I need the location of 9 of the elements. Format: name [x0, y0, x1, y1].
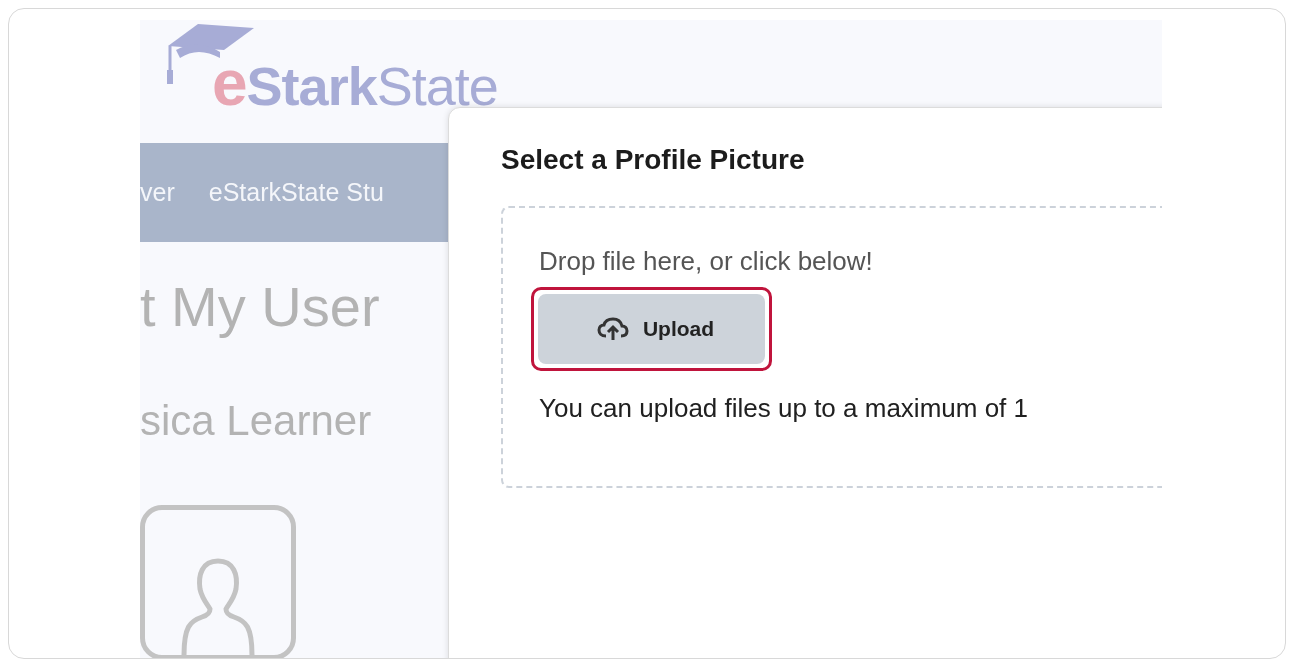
- upload-limit-note: You can upload files up to a maximum of 1: [539, 393, 1029, 424]
- drop-prompt: Drop file here, or click below!: [539, 246, 874, 277]
- dialog-title: Select a Profile Picture: [501, 144, 806, 176]
- cloud-upload-icon: [596, 317, 629, 341]
- page-heading: t My User: [140, 273, 380, 339]
- logo-text: eStarkState: [212, 46, 498, 120]
- upload-button[interactable]: Upload: [538, 294, 765, 364]
- drop-zone[interactable]: Drop file here, or click below! Upload You can upload files up to a maximum of 1: [501, 206, 1162, 488]
- user-name: sica Learner: [140, 396, 372, 445]
